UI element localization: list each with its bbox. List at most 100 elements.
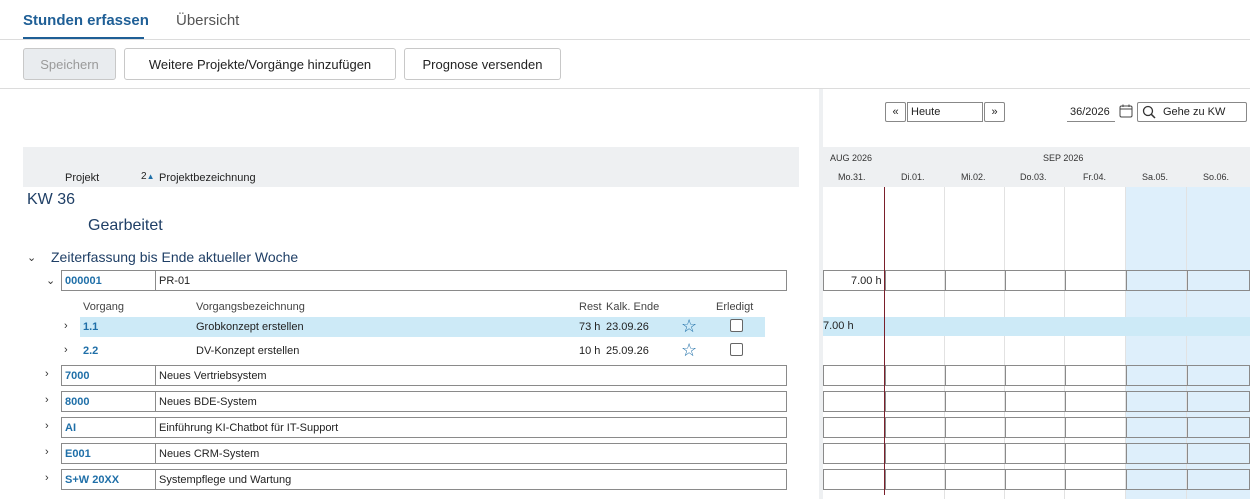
vorgang-name: DV-Konzept erstellen <box>196 345 300 357</box>
project-code[interactable]: AI <box>65 422 76 434</box>
star-icon[interactable]: ☆ <box>681 340 697 361</box>
chevron-right-icon[interactable]: › <box>45 446 49 458</box>
cell-divider <box>1005 444 1006 463</box>
cell-divider <box>1187 392 1188 411</box>
tab-uebersicht[interactable]: Übersicht <box>176 12 239 29</box>
add-projects-button[interactable]: Weitere Projekte/Vorgänge hinzufügen <box>124 48 396 80</box>
day-label: Sa.05. <box>1142 172 1169 182</box>
chevron-right-icon[interactable]: › <box>45 472 49 484</box>
chevron-right-icon[interactable]: › <box>45 394 49 406</box>
table-header <box>23 147 799 187</box>
project-row[interactable]: 8000 Neues BDE-System <box>61 391 787 412</box>
hours-value[interactable]: 7.00 h <box>851 275 882 287</box>
hours-row[interactable] <box>823 469 1250 490</box>
chevron-down-icon[interactable]: ⌄ <box>27 251 36 264</box>
tab-stunden-erfassen[interactable]: Stunden erfassen <box>23 12 149 29</box>
section-title: Zeiterfassung bis Ende aktueller Woche <box>51 249 299 265</box>
goto-week-button[interactable]: Gehe zu KW <box>1137 102 1247 122</box>
cell-divider <box>1187 271 1188 290</box>
cell-divider <box>1065 271 1066 290</box>
chevron-down-icon[interactable]: ⌄ <box>46 274 55 287</box>
hours-row[interactable] <box>823 417 1250 438</box>
project-code[interactable]: E001 <box>65 448 91 460</box>
project-name: PR-01 <box>159 275 191 287</box>
hours-row[interactable] <box>823 391 1250 412</box>
project-code[interactable]: S+W 20XX <box>65 474 119 486</box>
column-header-vorgang: Vorgang <box>83 301 124 313</box>
save-button[interactable]: Speichern <box>23 48 116 80</box>
vorgang-rest: 10 h <box>579 345 601 357</box>
week-label: KW 36 <box>27 191 76 208</box>
today-field[interactable]: Heute <box>907 102 983 122</box>
cell-divider <box>1187 444 1188 463</box>
next-week-button[interactable]: » <box>984 102 1005 122</box>
week-input[interactable]: 36/2026 <box>1067 102 1115 122</box>
cell-divider <box>945 470 946 489</box>
project-row[interactable]: E001 Neues CRM-System <box>61 443 787 464</box>
vorgang-code[interactable]: 1.1 <box>83 321 98 333</box>
project-row[interactable]: S+W 20XX Systempflege und Wartung <box>61 469 787 490</box>
search-icon <box>1142 105 1157 119</box>
column-header-projekt[interactable]: Projekt <box>65 172 99 184</box>
cell-divider <box>155 418 156 437</box>
goto-week-label: Gehe zu KW <box>1163 106 1226 118</box>
cell-divider <box>155 366 156 385</box>
project-row[interactable]: 7000 Neues Vertriebsystem <box>61 365 787 386</box>
vorgang-kalk-ende: 25.09.26 <box>606 345 649 357</box>
vorgang-kalk-ende: 23.09.26 <box>606 321 649 333</box>
cell-divider <box>1126 418 1127 437</box>
erledigt-checkbox[interactable] <box>730 343 743 356</box>
cell-divider <box>1126 444 1127 463</box>
chevron-right-icon[interactable]: › <box>64 344 68 356</box>
project-name: Einführung KI-Chatbot für IT-Support <box>159 422 339 434</box>
cell-divider <box>1065 366 1066 385</box>
cell-divider <box>155 392 156 411</box>
list-item[interactable]: 2.2 DV-Konzept erstellen 10 h 25.09.26 ☆ <box>80 340 765 361</box>
cell-divider <box>885 444 886 463</box>
day-label: Fr.04. <box>1083 172 1107 182</box>
hours-row[interactable]: 7.00 h <box>823 270 1250 291</box>
calendar-header: AUG 2026 SEP 2026 Mo.31. Di.01. Mi.02. D… <box>823 147 1250 187</box>
day-label: Mi.02. <box>961 172 986 182</box>
project-code[interactable]: 000001 <box>65 275 102 287</box>
cell-divider <box>885 470 886 489</box>
vorgang-rest: 73 h <box>579 321 601 333</box>
chevron-right-icon[interactable]: › <box>45 420 49 432</box>
project-name: Neues Vertriebsystem <box>159 370 267 382</box>
cell-divider <box>1005 418 1006 437</box>
cell-divider <box>155 271 156 290</box>
cell-divider <box>885 392 886 411</box>
day-label: Do.03. <box>1020 172 1047 182</box>
hours-row[interactable] <box>823 365 1250 386</box>
vorgang-code[interactable]: 2.2 <box>83 345 98 357</box>
chevron-right-icon[interactable]: › <box>45 368 49 380</box>
column-header-vorgangsbezeichnung: Vorgangsbezeichnung <box>196 301 305 313</box>
cell-divider <box>945 418 946 437</box>
cell-divider <box>1005 271 1006 290</box>
cell-divider <box>945 444 946 463</box>
erledigt-checkbox[interactable] <box>730 319 743 332</box>
column-header-projektbezeichnung[interactable]: Projektbezeichnung <box>159 172 256 184</box>
highlighted-row <box>823 317 1250 336</box>
sort-order-indicator: 2▲ <box>141 171 155 182</box>
cell-divider <box>1126 366 1127 385</box>
cell-divider <box>945 271 946 290</box>
send-forecast-button[interactable]: Prognose versenden <box>404 48 561 80</box>
project-name: Neues CRM-System <box>159 448 260 460</box>
project-row[interactable]: AI Einführung KI-Chatbot für IT-Support <box>61 417 787 438</box>
day-label: Di.01. <box>901 172 925 182</box>
hours-row[interactable] <box>823 443 1250 464</box>
column-header-erledigt: Erledigt <box>716 301 754 313</box>
star-icon[interactable]: ☆ <box>681 316 697 337</box>
project-code[interactable]: 8000 <box>65 396 89 408</box>
prev-week-button[interactable]: « <box>885 102 906 122</box>
vorgang-hours[interactable]: 7.00 h <box>823 320 854 332</box>
project-row[interactable]: 000001 PR-01 <box>61 270 787 291</box>
calendar-icon[interactable] <box>1119 104 1133 118</box>
chevron-right-icon[interactable]: › <box>64 320 68 332</box>
column-header-kalk-ende: Kalk. Ende <box>606 301 660 313</box>
project-code[interactable]: 7000 <box>65 370 89 382</box>
project-name: Neues BDE-System <box>159 396 257 408</box>
cell-divider <box>1065 444 1066 463</box>
list-item[interactable]: 1.1 Grobkonzept erstellen 73 h 23.09.26 … <box>80 316 765 337</box>
